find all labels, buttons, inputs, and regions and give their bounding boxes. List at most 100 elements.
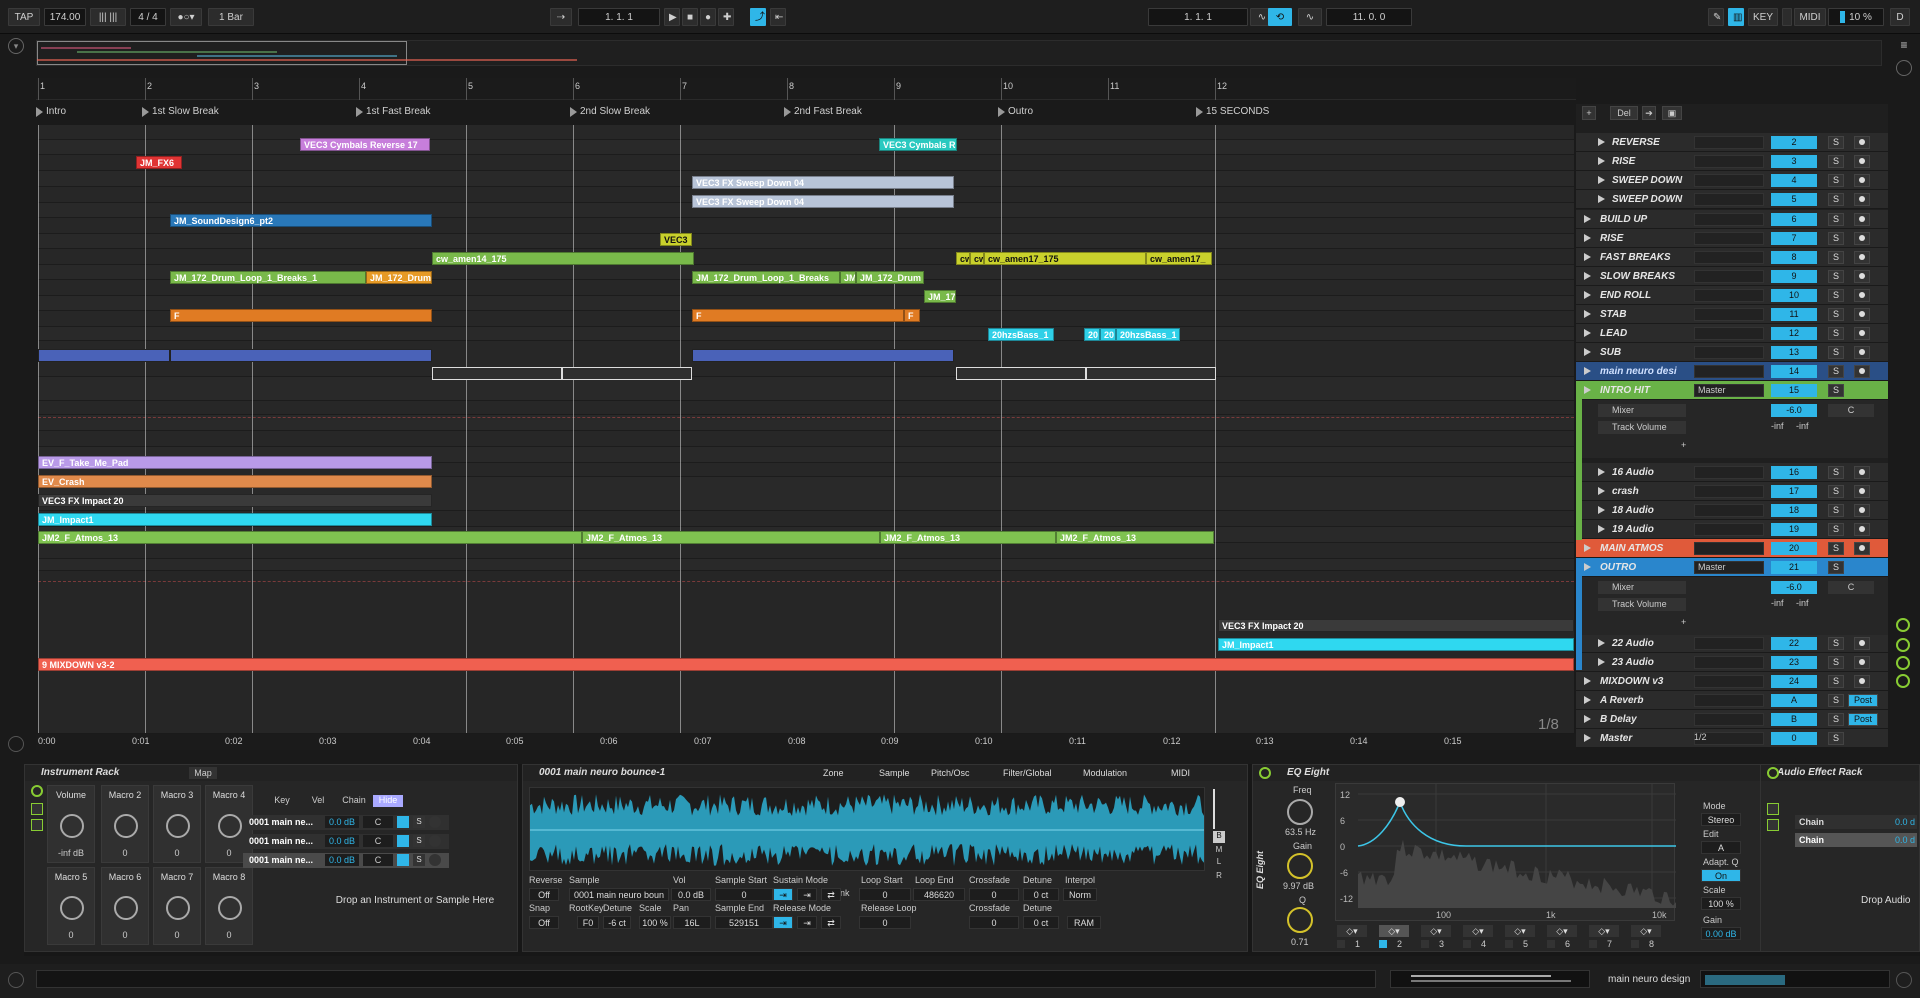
track-number[interactable]: 0	[1771, 732, 1817, 745]
sustain-mode-button[interactable]: ⇥	[797, 916, 817, 929]
interp-field[interactable]: Norm	[1063, 888, 1097, 901]
macro-knob[interactable]	[218, 896, 242, 920]
arm-button[interactable]	[1854, 155, 1870, 168]
fx-macro-toggle-icon[interactable]	[1767, 819, 1779, 831]
add-icon[interactable]: ✚	[718, 8, 734, 26]
solo-button[interactable]: S	[1828, 656, 1844, 669]
macro-2[interactable]: Macro 2 0	[101, 785, 149, 863]
reverse-field[interactable]: Off	[529, 888, 559, 901]
track-name[interactable]: STAB	[1600, 309, 1626, 320]
audio-clip[interactable]: cw_amen14_175	[432, 252, 694, 265]
chain-volume[interactable]: 0.0 dB	[325, 835, 359, 847]
audio-clip[interactable]: JM_172_Drum_Loop_1_Breaks_1	[170, 271, 366, 284]
lend-field[interactable]: 486620	[913, 888, 965, 901]
audio-clip[interactable]: cw_amen17_175	[984, 252, 1146, 265]
macro-knob[interactable]	[60, 896, 84, 920]
volume-field[interactable]: -6.0	[1771, 581, 1817, 594]
arrangement-loop-icon[interactable]	[8, 736, 24, 752]
chain-zone-button[interactable]: Chain	[337, 795, 371, 807]
chain-name[interactable]: 0001 main ne...	[249, 836, 313, 846]
solo-button[interactable]: S	[1828, 485, 1844, 498]
track-name[interactable]: END ROLL	[1600, 290, 1651, 301]
arrangement-position[interactable]: 1. 1. 1	[578, 8, 660, 26]
chain-speaker-icon[interactable]	[397, 854, 409, 866]
audio-clip[interactable]: JM_Impact1	[38, 513, 432, 526]
track-number[interactable]: 14	[1771, 365, 1817, 378]
track-header-stab[interactable]: STAB 11 S	[1576, 305, 1888, 324]
track-number[interactable]: 10	[1771, 289, 1817, 302]
arm-button[interactable]	[1854, 542, 1870, 555]
track-number[interactable]: 19	[1771, 523, 1817, 536]
detune2-field[interactable]: -6 ct	[603, 916, 631, 929]
solo-button[interactable]: S	[1828, 523, 1844, 536]
sustain-mode-button[interactable]: ⇥	[773, 888, 793, 901]
arm-button[interactable]	[1854, 504, 1870, 517]
volume-field[interactable]: -6.0	[1771, 404, 1817, 417]
vel-zone-button[interactable]: Vel	[303, 795, 333, 807]
detune-field[interactable]: 0 ct	[1023, 888, 1059, 901]
solo-button[interactable]: S	[1828, 155, 1844, 168]
macro-knob[interactable]	[114, 896, 138, 920]
punch-out-icon[interactable]: ∿	[1298, 8, 1322, 26]
midi-clip[interactable]	[38, 349, 170, 362]
expand-track-icon[interactable]	[1598, 195, 1605, 203]
track-lane[interactable]	[38, 249, 1574, 265]
pan-field[interactable]: C	[1828, 404, 1874, 417]
eq-band-handle[interactable]	[1395, 797, 1405, 807]
sustain-mode-button[interactable]: ⇥	[773, 916, 793, 929]
key-zone-button[interactable]: Key	[263, 795, 301, 807]
arrangement-overview[interactable]	[36, 40, 1882, 66]
automation-arm-icon[interactable]: ⤴	[750, 8, 766, 26]
loop-switch-icon[interactable]: ⟲	[1268, 8, 1292, 26]
sstart-field[interactable]: 0	[715, 888, 773, 901]
arm-button[interactable]	[1854, 308, 1870, 321]
solo-button[interactable]: S	[1828, 270, 1844, 283]
empty-clip[interactable]	[956, 367, 1086, 380]
empty-clip[interactable]	[1086, 367, 1216, 380]
post-button[interactable]: Post	[1848, 713, 1878, 726]
track-number[interactable]: 23	[1771, 656, 1817, 669]
track-lane[interactable]	[38, 377, 1574, 401]
time-signature[interactable]: 4 / 4	[130, 8, 166, 26]
xfade-field[interactable]: 0	[969, 888, 1019, 901]
macro-knob[interactable]	[218, 814, 242, 838]
expand-track-icon[interactable]	[1584, 715, 1591, 723]
audio-clip[interactable]: JM2_F_Atmos_13	[880, 531, 1056, 544]
io-toggle-icon[interactable]	[1896, 60, 1912, 76]
next-locator-icon[interactable]: ➔	[1642, 106, 1656, 120]
eq-band-toggle[interactable]	[1379, 940, 1387, 948]
arm-button[interactable]	[1854, 232, 1870, 245]
stop-icon[interactable]: ■	[682, 8, 698, 26]
track-header-lead[interactable]: LEAD 12 S	[1576, 324, 1888, 343]
send-field[interactable]: 529151	[715, 916, 773, 929]
vol-field[interactable]: 0.0 dB	[671, 888, 711, 901]
audio-clip[interactable]: 9 MIXDOWN v3-2	[38, 658, 1574, 671]
mixer-select[interactable]: Mixer	[1598, 404, 1686, 417]
track-name[interactable]: OUTRO	[1600, 562, 1636, 573]
chain-name[interactable]: 0001 main ne...	[249, 855, 313, 865]
locator-5[interactable]: Outro	[998, 106, 1033, 117]
solo-button[interactable]: S	[1828, 637, 1844, 650]
audio-clip[interactable]: VEC3 Cymbals Reverse 17	[300, 138, 430, 151]
chain-speaker-icon[interactable]	[397, 835, 409, 847]
solo-button[interactable]: S	[1828, 308, 1844, 321]
arm-button[interactable]	[1854, 251, 1870, 264]
audio-clip[interactable]: JM_172_Drum_Loop_1_Breaks	[692, 271, 840, 284]
macro-knob[interactable]	[166, 896, 190, 920]
audio-clip[interactable]: VEC3 FX Sweep Down 04	[692, 195, 954, 208]
track-number[interactable]: 9	[1771, 270, 1817, 283]
expand-track-icon[interactable]	[1584, 329, 1591, 337]
track-number[interactable]: 15	[1771, 384, 1817, 397]
audio-clip[interactable]: JM_172_Drum	[856, 271, 924, 284]
expand-track-icon[interactable]	[1598, 468, 1605, 476]
arm-button[interactable]	[1854, 213, 1870, 226]
arm-button[interactable]	[1854, 675, 1870, 688]
fx-rack-on-icon[interactable]	[1767, 767, 1779, 779]
sampler-tab-filterglobal[interactable]: Filter/Global	[1003, 768, 1052, 778]
empty-clip[interactable]	[562, 367, 692, 380]
detail-view-icon[interactable]	[1896, 972, 1912, 988]
record-status-icon[interactable]	[1896, 638, 1910, 652]
eq-band-filter-type[interactable]: ◇▾	[1379, 925, 1409, 937]
track-number[interactable]: 18	[1771, 504, 1817, 517]
track-number[interactable]: 21	[1771, 561, 1817, 574]
